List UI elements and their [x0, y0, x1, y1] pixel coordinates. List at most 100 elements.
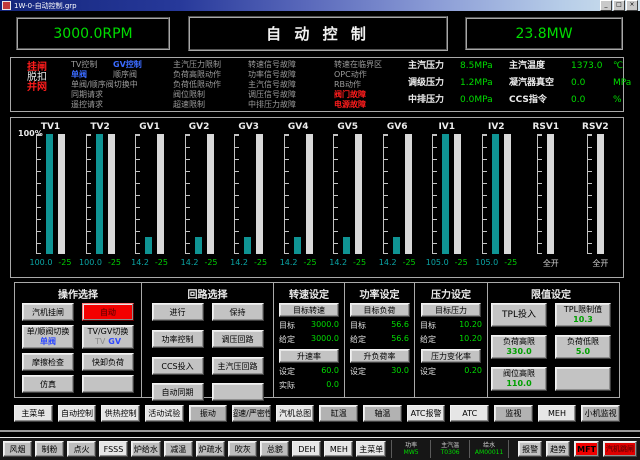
- status-signal-fault: 主汽信号故障: [248, 80, 296, 90]
- turbine-latch-button[interactable]: 汽机挂闸: [22, 303, 74, 321]
- valve-aux-value: -25: [254, 258, 267, 267]
- main-steam-pressure-loop-button[interactable]: 主汽压回路: [212, 357, 264, 375]
- target-load-value: 56.6: [391, 320, 409, 331]
- load-low-limit-button[interactable]: 负荷低限 5.0: [555, 335, 611, 359]
- screen-nav-bar: 主菜单 自动控制 供热控制 活动试验 振动 超速/严密性 汽机总图 缸温 轴温 …: [14, 405, 620, 422]
- run-button[interactable]: 进行: [152, 303, 204, 321]
- speed-rate-button[interactable]: 升速率: [279, 349, 339, 363]
- status-signal-fault: 功率信号故障: [248, 70, 296, 80]
- taskbar-meh[interactable]: MEH: [324, 441, 353, 457]
- blank-button[interactable]: [212, 383, 264, 401]
- pressure-setpoint-value: 10.20: [459, 334, 482, 345]
- reference-bar-slot: [306, 134, 313, 254]
- valve-bar-slot: [294, 134, 301, 254]
- taskbar-desuperheat[interactable]: 减温: [164, 441, 193, 457]
- taskbar-ignition[interactable]: 点火: [67, 441, 96, 457]
- load-rate-button[interactable]: 升负荷率: [350, 349, 410, 363]
- friction-check-button[interactable]: 摩擦检查: [22, 353, 74, 371]
- taskbar-overview[interactable]: 总貌: [260, 441, 289, 457]
- trend-button[interactable]: 趋势: [546, 441, 570, 457]
- auto-mode-button[interactable]: 自动: [82, 303, 134, 321]
- reference-bar: [58, 134, 65, 254]
- nav-cylinder-temp[interactable]: 缸温: [319, 405, 358, 422]
- tv-option: TV: [95, 337, 105, 346]
- taskbar-air-flue[interactable]: 风烟: [3, 441, 32, 457]
- signal-fault-column: 转速信号故障 功率信号故障 主汽信号故障 调压信号故障 中排压力故障: [248, 60, 296, 110]
- valve-mode-switch-button[interactable]: 单/顺阀切换 单阀: [22, 325, 74, 349]
- readout-value: MW5: [404, 449, 419, 456]
- valve-bargraph-panel: 100% TV1 100.0-25 TV2 100.0-25 GV1 14.2-…: [10, 117, 624, 278]
- valve-channel-tv2: TV2 100.0-25: [77, 120, 124, 269]
- pressure-value: 0.0MPa: [460, 95, 493, 105]
- nav-meh[interactable]: MEH: [538, 405, 577, 422]
- operation-select-panel: 操作选择 汽机挂闸 自动 单/顺阀切换 单阀 TV/GV切换 TVGV 摩擦检查…: [15, 283, 142, 397]
- valve-position-bar: [244, 237, 251, 254]
- taskbar-boiler-drain[interactable]: 炉疏水: [196, 441, 226, 457]
- speed-rate-value: 60.0: [321, 366, 339, 377]
- scale-ticks: [432, 134, 437, 254]
- power-setting-panel: 功率设定 目标负荷 目标56.6 给定56.6 升负荷率 设定30.0: [345, 283, 415, 397]
- target-load-button[interactable]: 目标负荷: [350, 303, 410, 317]
- mft-button[interactable]: MFT: [574, 441, 599, 457]
- status-misc: 转速在临界区: [334, 60, 382, 70]
- tpl-limit-button[interactable]: TPL限制值 10.3: [555, 303, 611, 327]
- valve-position-bar: [46, 134, 53, 254]
- nav-monitor[interactable]: 监视: [494, 405, 533, 422]
- blank-button[interactable]: [555, 367, 611, 391]
- alarm-button[interactable]: 报警: [518, 441, 542, 457]
- taskbar-feedwater[interactable]: 炉给水: [131, 441, 161, 457]
- valve-high-limit-button[interactable]: 阀位高限 110.0: [491, 367, 547, 391]
- temperature-readouts-column: 主汽温度1373.0℃ 凝汽器真空0.0MPa CCS指令0.0%: [509, 61, 631, 112]
- nav-overspeed-tightness[interactable]: 超速/严密性: [232, 405, 271, 422]
- taskbar-deh[interactable]: DEH: [292, 441, 321, 457]
- pressure-loop-button[interactable]: 调压回路: [212, 330, 264, 348]
- valve-open-status: 全开: [592, 258, 608, 269]
- readout-value: T0306: [441, 449, 460, 456]
- taskbar-fsss[interactable]: FSSS: [99, 441, 128, 457]
- fast-unload-button[interactable]: 快卸负荷: [82, 353, 134, 371]
- rate-set-label: 设定: [350, 366, 366, 377]
- panel-title: 功率设定: [345, 286, 414, 299]
- target-label: 目标: [350, 320, 366, 331]
- taskbar-sootblow[interactable]: 吹灰: [228, 441, 257, 457]
- panel-title: 回路选择: [142, 286, 273, 299]
- pressure-rate-value: 0.20: [464, 366, 482, 377]
- minimize-icon[interactable]: _: [600, 0, 612, 11]
- nav-atc[interactable]: ATC: [450, 405, 489, 422]
- status-single-valve: 单阀: [71, 70, 113, 80]
- load-high-limit-button[interactable]: 负荷高限 330.0: [491, 335, 547, 359]
- nav-auto-control[interactable]: 自动控制: [58, 405, 97, 422]
- turbine-trip-button[interactable]: 汽机跳闸: [603, 441, 637, 457]
- nav-turbine-overview[interactable]: 汽机总图: [276, 405, 315, 422]
- blank-button[interactable]: [82, 375, 134, 393]
- close-icon[interactable]: ×: [626, 0, 638, 11]
- target-pressure-button[interactable]: 目标压力: [421, 303, 481, 317]
- power-control-button[interactable]: 功率控制: [152, 330, 204, 348]
- nav-activity-test[interactable]: 活动试验: [145, 405, 184, 422]
- nav-atc-alarm[interactable]: ATC报警: [407, 405, 446, 422]
- valve-label: GV5: [337, 122, 358, 133]
- misc-status-column: 转速在临界区 OPC动作 RB动作 阀门故障 电源故障: [334, 60, 382, 110]
- simulation-button[interactable]: 仿真: [22, 375, 74, 393]
- nav-aux-turbine-monitor[interactable]: 小机监视: [581, 405, 620, 422]
- nav-shaft-temp[interactable]: 轴温: [363, 405, 402, 422]
- auto-sync-button[interactable]: 自动同期: [152, 383, 204, 401]
- maximize-icon[interactable]: □: [613, 0, 625, 11]
- valve-high-limit-value: 110.0: [506, 379, 531, 389]
- tv-gv-switch-button[interactable]: TV/GV切换 TVGV: [82, 325, 134, 349]
- valve-aux-value: -25: [304, 258, 317, 267]
- reading-label: 凝汽器真空: [509, 78, 571, 88]
- valve-bar-slot: [96, 134, 103, 254]
- taskbar-main-menu[interactable]: 主菜单: [356, 441, 386, 457]
- ccs-engage-button[interactable]: CCS投入: [152, 357, 204, 375]
- reference-bar: [405, 134, 412, 254]
- tpl-engage-button[interactable]: TPL投入: [491, 303, 547, 327]
- nav-main-menu[interactable]: 主菜单: [14, 405, 53, 422]
- nav-heating-control[interactable]: 供热控制: [101, 405, 140, 422]
- nav-vibration[interactable]: 振动: [189, 405, 228, 422]
- system-taskbar: 风烟 制粉 点火 FSSS 炉给水 减温 炉疏水 吹灰 总貌 DEH MEH 主…: [0, 437, 640, 460]
- taskbar-pulverizing[interactable]: 制粉: [35, 441, 64, 457]
- pressure-rate-button[interactable]: 压力变化率: [421, 349, 481, 363]
- target-speed-button[interactable]: 目标转速: [279, 303, 339, 317]
- hold-button[interactable]: 保持: [212, 303, 264, 321]
